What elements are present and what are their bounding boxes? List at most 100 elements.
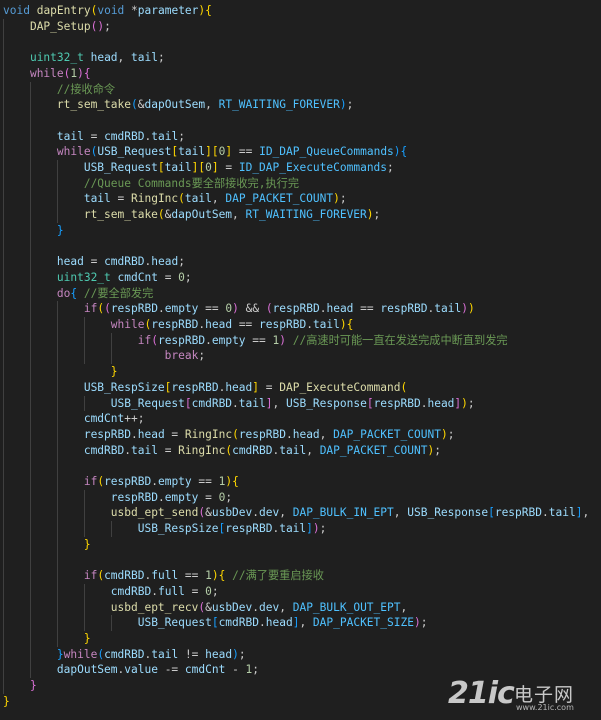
code-token: DAP_PACKET_COUNT	[333, 427, 441, 441]
code-token: cmdRBD	[104, 255, 145, 269]
code-token: .	[157, 302, 165, 316]
code-line[interactable]: if((respRBD.empty == 0) && (respRBD.head…	[3, 301, 475, 317]
code-line[interactable]: break;	[3, 348, 205, 364]
code-line[interactable]: USB_RespSize[respRBD.head] = DAP_Execute…	[3, 380, 407, 396]
code-token: =	[83, 129, 105, 143]
code-line[interactable]: cmdRBD.full = 0;	[3, 584, 219, 600]
code-token: DAP_ExecuteCommand	[279, 380, 401, 394]
code-line[interactable]: while(1){	[3, 66, 91, 82]
code-token: ]	[205, 145, 212, 159]
code-token: cmdCnt	[83, 412, 125, 426]
code-line[interactable]: rt_sem_take(&dapOutSem, RT_WAITING_FOREV…	[3, 97, 353, 113]
code-token: [	[157, 161, 165, 174]
code-token: while	[63, 647, 98, 661]
code-token: respRBD	[494, 506, 542, 520]
code-token: if	[137, 333, 152, 347]
code-token: .	[151, 475, 158, 488]
code-line[interactable]: tail = RingInc(tail, DAP_PACKET_COUNT);	[3, 191, 347, 207]
code-line[interactable]: //接收命令	[3, 82, 115, 98]
code-line[interactable]: //Queue Commands要全部接收完,执行完	[3, 176, 299, 192]
code-token: ,	[232, 208, 246, 222]
code-token: do	[56, 286, 71, 300]
code-editor[interactable]: void dapEntry(void *parameter){ DAP_Setu…	[0, 0, 601, 720]
code-line[interactable]: while(USB_Request[tail][0] == ID_DAP_Que…	[3, 144, 407, 160]
code-line[interactable]: do{ //要全部发完	[3, 286, 153, 302]
code-line[interactable]: uint32_t head, tail;	[3, 50, 165, 66]
code-token: rt_sem_take	[83, 208, 158, 222]
code-line[interactable]: respRBD.empty = 0;	[3, 490, 232, 506]
code-line[interactable]: dapOutSem.value -= cmdCnt - 1;	[3, 662, 259, 678]
code-line[interactable]: usbd_ept_send(&usbDev.dev, DAP_BULK_IN_E…	[3, 505, 589, 521]
code-token: .	[124, 443, 131, 457]
code-token: head	[205, 318, 233, 331]
code-line[interactable]: }	[3, 631, 91, 647]
code-token: }	[110, 365, 118, 379]
code-line[interactable]: if(respRBD.empty == 1) //高速时可能一直在发送完成中断直…	[3, 333, 508, 349]
code-line[interactable]: }	[3, 678, 37, 694]
code-token: )	[279, 333, 286, 347]
code-line[interactable]: cmdCnt++;	[3, 411, 145, 427]
code-line[interactable]: }	[3, 537, 91, 553]
code-line[interactable]: head = cmdRBD.head;	[3, 254, 185, 270]
code-line[interactable]: }	[3, 694, 10, 710]
code-token: tail	[178, 145, 206, 159]
code-line[interactable]: }	[3, 364, 118, 380]
partial-bottom-line	[0, 713, 601, 720]
code-token: head	[292, 427, 320, 441]
code-line[interactable]: rt_sem_take(&dapOutSem, RT_WAITING_FOREV…	[3, 207, 380, 223]
code-line[interactable]: if(cmdRBD.full == 1){ //满了要重启接收	[3, 568, 324, 584]
code-token: dapOutSem	[56, 663, 118, 677]
code-token: tail	[312, 318, 340, 331]
code-line[interactable]: if(respRBD.empty == 1){	[3, 474, 239, 490]
code-token: ,	[299, 616, 313, 630]
code-token: (	[151, 333, 158, 347]
code-token: ,	[279, 506, 293, 520]
code-line[interactable]: }	[3, 223, 64, 239]
code-line[interactable]: tail = cmdRBD.tail;	[3, 129, 185, 145]
code-line[interactable]: }while(cmdRBD.tail != head);	[3, 647, 246, 663]
code-token: respRBD	[110, 302, 158, 316]
code-line[interactable]: USB_RespSize[respRBD.tail]);	[3, 521, 327, 537]
code-line[interactable]: usbd_ept_recv(&usbDev.dev, DAP_BULK_OUT_…	[3, 600, 407, 616]
code-token: .	[130, 427, 138, 441]
code-token: rt_sem_take	[56, 98, 131, 112]
code-token: ;	[211, 584, 219, 598]
code-token: void	[97, 4, 125, 17]
code-token: ;	[447, 427, 455, 441]
code-line[interactable]: USB_Request[cmdRBD.tail], USB_Response[r…	[3, 396, 475, 412]
code-line[interactable]: USB_Request[cmdRBD.head], DAP_PACKET_SIZ…	[3, 615, 428, 631]
code-line[interactable]: cmdRBD.tail = RingInc(cmdRBD.tail, DAP_P…	[3, 443, 441, 459]
code-line[interactable]: while(respRBD.head == respRBD.tail){	[3, 317, 354, 333]
code-token: ==	[232, 318, 260, 331]
code-line[interactable]: USB_Request[tail][0] = ID_DAP_ExecuteCom…	[3, 160, 394, 176]
code-token: }	[83, 537, 91, 551]
code-token: ]	[211, 161, 219, 174]
code-token: usbDev	[211, 506, 253, 520]
code-token: ;	[434, 443, 441, 457]
code-token: ,	[306, 443, 320, 457]
code-token: (	[130, 98, 138, 112]
code-token: uint32_t	[56, 270, 111, 284]
code-line[interactable]: uint32_t cmdCnt = 0;	[3, 270, 192, 286]
code-token: )	[440, 427, 448, 441]
code-token: tail	[56, 129, 84, 143]
code-token: DAP_PACKET_SIZE	[312, 616, 414, 630]
code-line[interactable]: respRBD.head = RingInc(respRBD.head, DAP…	[3, 427, 455, 443]
code-token: )	[339, 98, 347, 112]
code-token: {	[205, 4, 212, 17]
code-token: }	[56, 223, 64, 237]
code-line[interactable]: DAP_Setup();	[3, 19, 111, 35]
code-token: {	[346, 318, 354, 331]
code-line[interactable]: void dapEntry(void *parameter){	[3, 3, 212, 19]
code-token: )	[366, 208, 374, 222]
code-token: cmdCnt	[117, 270, 158, 284]
